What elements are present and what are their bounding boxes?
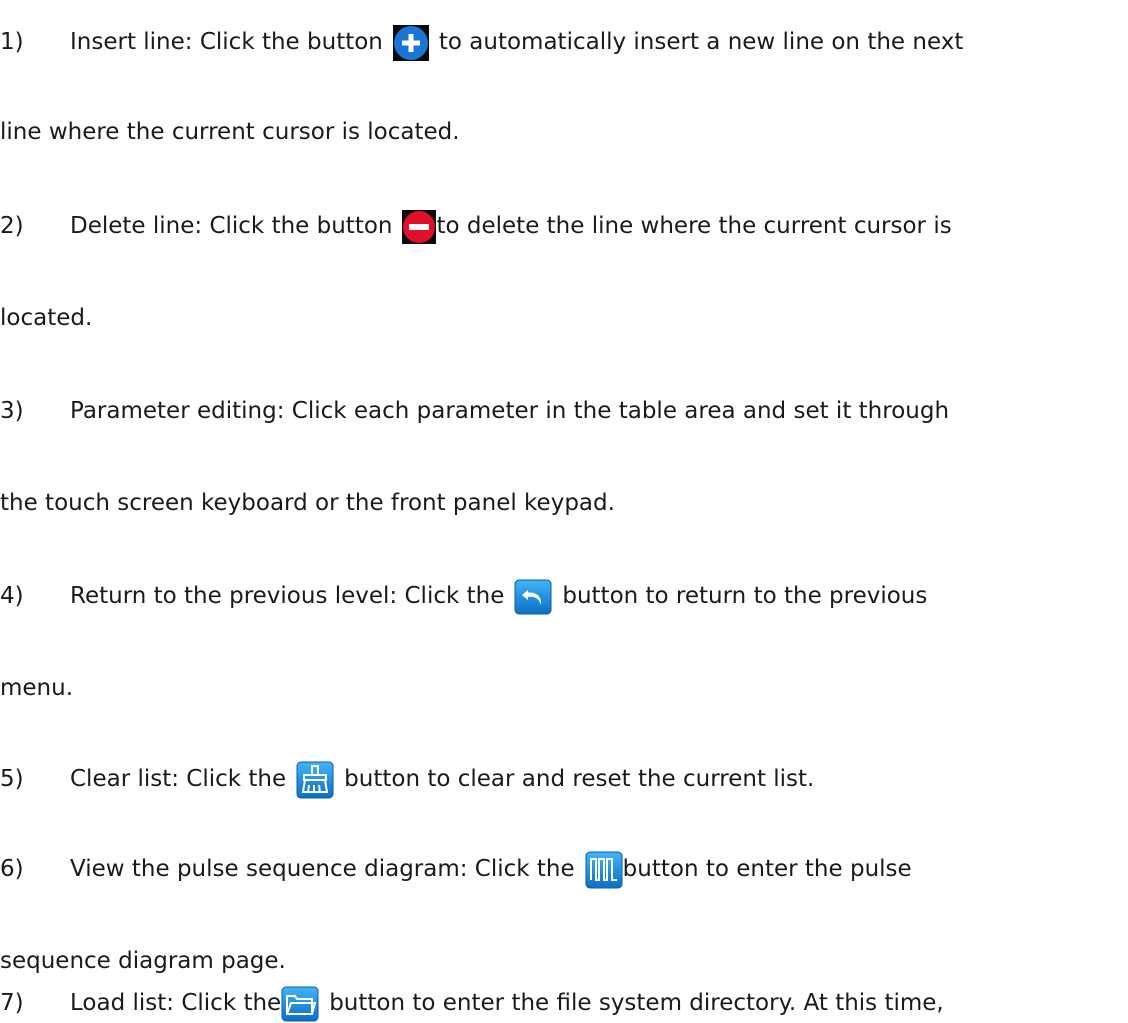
item-number: 1): [0, 29, 24, 55]
item-text: Load list: Click the: [70, 990, 282, 1016]
item-text: button to enter the pulse: [622, 856, 912, 882]
item-4-line-2: menu.: [0, 668, 73, 708]
item-number: 3): [0, 398, 24, 424]
item-6-line-2: sequence diagram page.: [0, 941, 286, 981]
item-text: menu.: [0, 675, 74, 701]
item-number: 6): [0, 856, 24, 882]
item-number: 2): [0, 213, 24, 239]
item-number: 7): [0, 990, 24, 1016]
item-1-line-1: 1) Insert line: Click the button to automa…: [0, 22, 963, 62]
item-number: 5): [0, 766, 24, 792]
item-1-line-2: line where the current cursor is located…: [0, 112, 460, 152]
minus-circle-icon[interactable]: [402, 209, 437, 244]
item-text: Return to the previous level: Click the: [70, 583, 505, 609]
item-text: Insert line: Click the button: [70, 29, 383, 55]
item-text: Clear list: Click the: [70, 766, 287, 792]
item-text: Delete line: Click the button: [70, 213, 393, 239]
item-text: to delete the line where the current cur…: [436, 213, 952, 239]
item-text: located.: [0, 305, 93, 331]
item-text: to automatically insert a new line on th…: [438, 29, 964, 55]
item-text: button to clear and reset the current li…: [344, 766, 815, 792]
folder-icon[interactable]: [281, 986, 319, 1022]
item-7-line-1: 7) Load list: Click the button to enter th…: [0, 983, 944, 1023]
item-text: Parameter editing: Click each parameter …: [70, 398, 950, 424]
item-2-line-1: 2) Delete line: Click the button to delete…: [0, 206, 952, 246]
item-text: line where the current cursor is located…: [0, 119, 460, 145]
item-6-line-1: 6) View the pulse sequence diagram: Click…: [0, 849, 912, 889]
item-4-line-1: 4) Return to the previous level: Click th…: [0, 576, 927, 616]
item-text: sequence diagram page.: [0, 948, 286, 974]
item-3-line-1: 3) Parameter editing: Click each paramete…: [0, 391, 949, 431]
item-number: 4): [0, 583, 24, 609]
item-3-line-2: the touch screen keyboard or the front p…: [0, 483, 615, 523]
broom-icon[interactable]: [296, 761, 334, 799]
item-2-line-2: located.: [0, 298, 92, 338]
item-text: the touch screen keyboard or the front p…: [0, 490, 615, 516]
pulse-sequence-icon[interactable]: [585, 851, 623, 889]
item-text: button to return to the previous: [562, 583, 928, 609]
item-text: button to enter the file system director…: [329, 990, 944, 1016]
item-5-line-1: 5) Clear list: Click the button to clear a…: [0, 759, 814, 799]
plus-circle-icon[interactable]: [392, 24, 429, 61]
return-arrow-icon[interactable]: [514, 579, 552, 615]
item-text: View the pulse sequence diagram: Click t…: [70, 856, 575, 882]
